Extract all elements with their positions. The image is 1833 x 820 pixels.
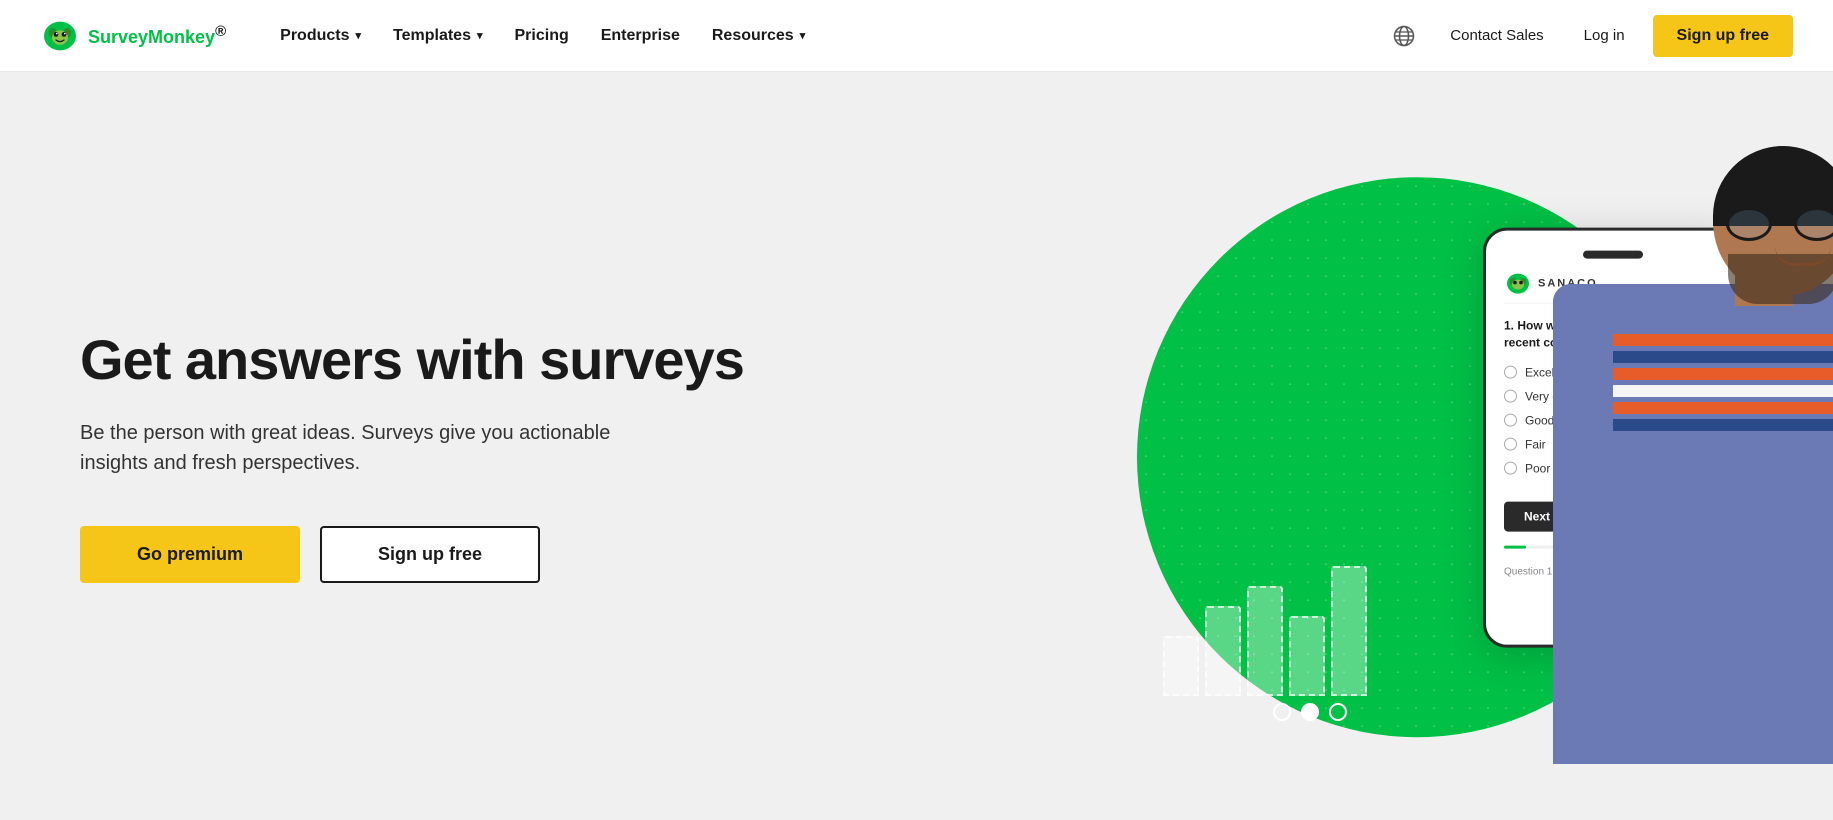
stripe-1: [1603, 334, 1833, 346]
person-illustration: [1553, 136, 1833, 756]
bar-chart: [1163, 546, 1367, 696]
nav-templates[interactable]: Templates ▾: [379, 19, 496, 53]
radio-verygood[interactable]: [1504, 390, 1517, 403]
nav-enterprise[interactable]: Enterprise: [587, 19, 694, 53]
go-premium-button[interactable]: Go premium: [80, 526, 300, 583]
navbar-right: Contact Sales Log in Sign up free: [1386, 15, 1793, 57]
stripe-5: [1603, 402, 1833, 414]
stripe-3: [1603, 368, 1833, 380]
glass-right: [1794, 207, 1833, 241]
bar-1: [1163, 636, 1199, 696]
nav-pricing[interactable]: Pricing: [501, 19, 583, 53]
radio-poor[interactable]: [1504, 462, 1517, 475]
dot-3[interactable]: [1329, 703, 1347, 721]
logo-icon: [40, 20, 80, 52]
phone-logo-icon: [1504, 273, 1532, 295]
stripe-4: [1603, 385, 1833, 397]
bar-4: [1289, 616, 1325, 696]
person-body: [1553, 284, 1833, 764]
templates-chevron-icon: ▾: [477, 29, 483, 42]
logo-text: SurveyMonkey®: [88, 23, 226, 48]
progress-fill: [1504, 545, 1526, 548]
navbar: SurveyMonkey® Products ▾ Templates ▾ Pri…: [0, 0, 1833, 72]
globe-icon: [1393, 25, 1415, 47]
glass-bridge: [1778, 223, 1788, 226]
jacket-left: [1553, 284, 1613, 764]
main-nav: Products ▾ Templates ▾ Pricing Enterpris…: [266, 19, 1386, 53]
radio-fair[interactable]: [1504, 438, 1517, 451]
nav-products[interactable]: Products ▾: [266, 19, 375, 53]
hero-signup-button[interactable]: Sign up free: [320, 526, 540, 583]
hero-subtitle: Be the person with great ideas. Surveys …: [80, 418, 640, 478]
stripe-2: [1603, 351, 1833, 363]
dot-2[interactable]: [1301, 703, 1319, 721]
bar-5: [1331, 566, 1367, 696]
hero-illustration: SANACO 1. How would you rate our most re…: [1083, 96, 1833, 796]
bar-3: [1247, 586, 1283, 696]
option-fair-label: Fair: [1525, 437, 1546, 451]
hero-buttons: Go premium Sign up free: [80, 526, 760, 583]
login-button[interactable]: Log in: [1572, 19, 1637, 52]
logo[interactable]: SurveyMonkey®: [40, 20, 226, 52]
radio-excellent[interactable]: [1504, 366, 1517, 379]
nav-resources[interactable]: Resources ▾: [698, 19, 819, 53]
radio-good[interactable]: [1504, 414, 1517, 427]
hero-content-left: Get answers with surveys Be the person w…: [80, 309, 760, 584]
person-glasses: [1723, 206, 1833, 242]
contact-sales-link[interactable]: Contact Sales: [1438, 19, 1555, 52]
option-poor-label: Poor: [1525, 461, 1550, 475]
pagination-dots: [1273, 703, 1347, 721]
shirt-stripes: [1603, 334, 1833, 436]
option-good-label: Good: [1525, 413, 1554, 427]
stripe-6: [1603, 419, 1833, 431]
globe-button[interactable]: [1386, 18, 1422, 54]
bar-2: [1205, 606, 1241, 696]
resources-chevron-icon: ▾: [800, 29, 806, 42]
hero-title: Get answers with surveys: [80, 329, 760, 391]
hero-section: Get answers with surveys Be the person w…: [0, 72, 1833, 820]
dot-1[interactable]: [1273, 703, 1291, 721]
glass-left: [1726, 207, 1772, 241]
signup-button[interactable]: Sign up free: [1653, 15, 1793, 57]
products-chevron-icon: ▾: [355, 29, 361, 42]
